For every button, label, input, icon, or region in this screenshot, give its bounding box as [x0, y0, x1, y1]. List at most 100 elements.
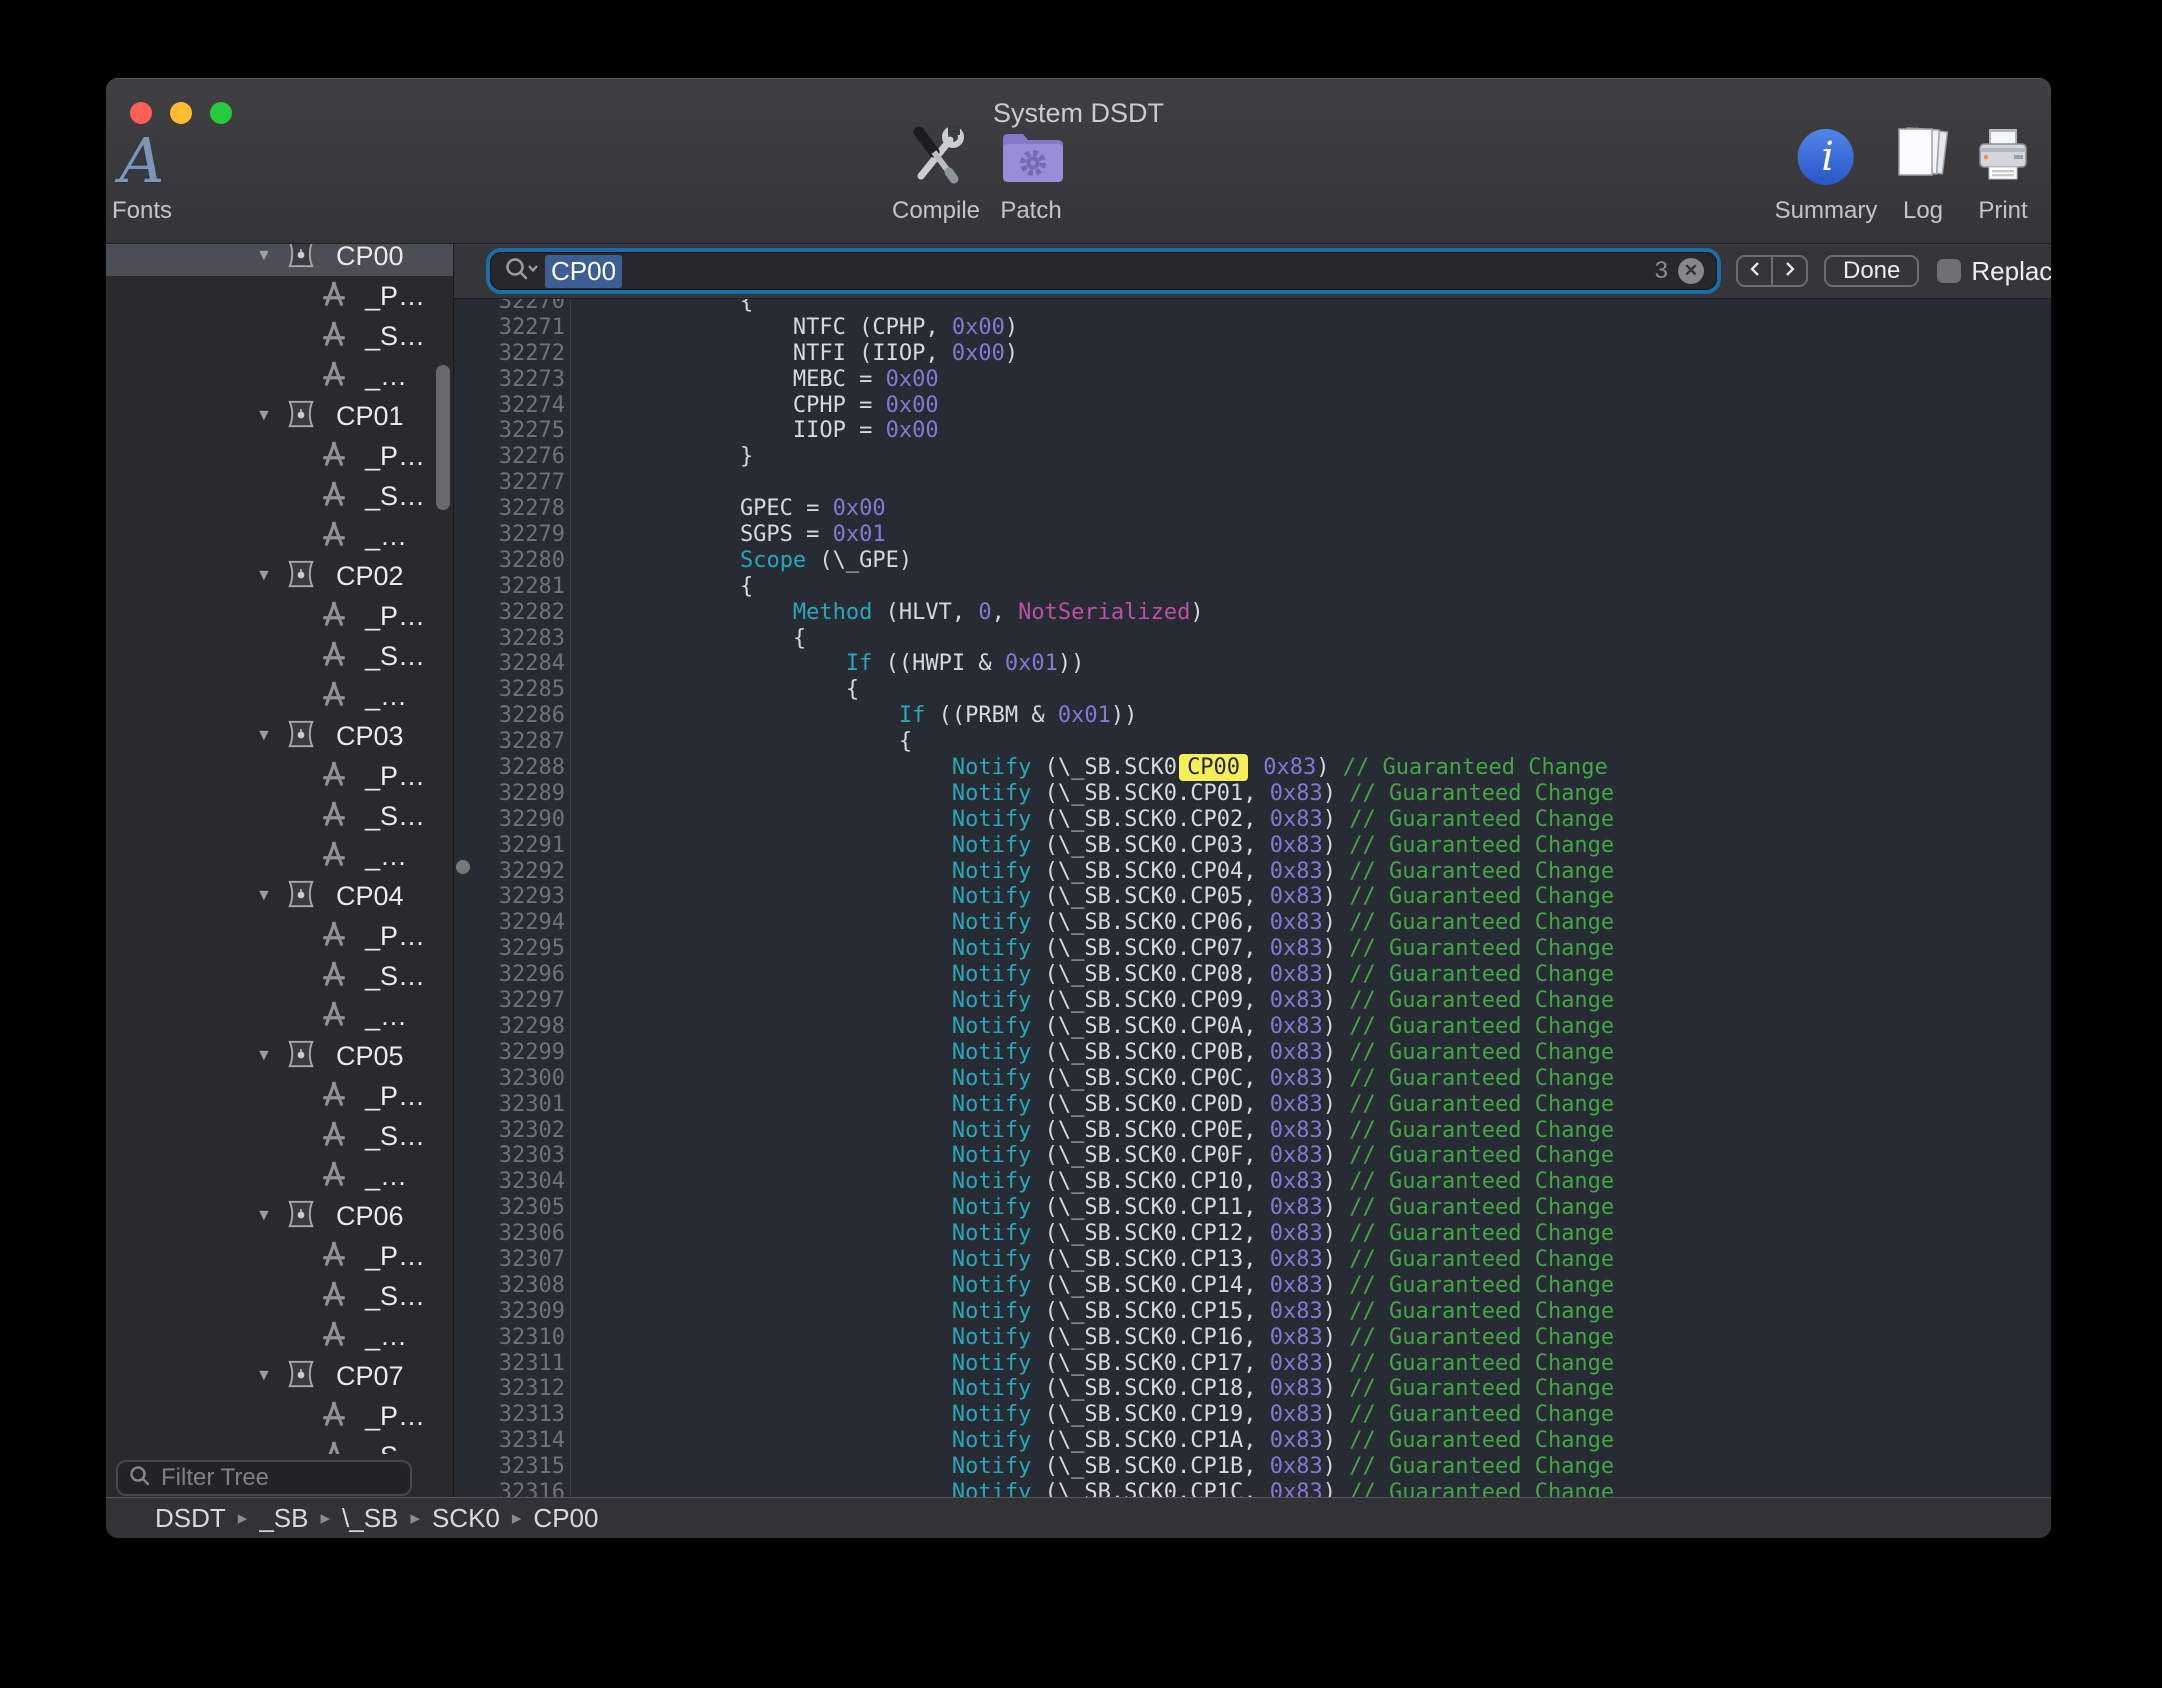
tree-item-cp06[interactable]: ▼CP06 [106, 1196, 453, 1236]
line-number: 32284 [454, 651, 565, 677]
splitter-handle-icon[interactable] [456, 860, 470, 874]
toolbar-summary-button[interactable]: i Summary [1775, 122, 1878, 225]
toolbar-log-button[interactable]: Log [1893, 122, 1953, 225]
tree-item-p[interactable]: _P… [106, 756, 453, 796]
replace-checkbox[interactable] [1937, 259, 1961, 283]
code-line: 32314 Notify (\_SB.SCK0.CP1A, 0x83) // G… [454, 1428, 2051, 1454]
tree-item-[interactable]: _… [106, 996, 453, 1036]
tree-item-cp00[interactable]: ▼ CP00 [106, 244, 453, 276]
tree-item-[interactable]: _… [106, 1156, 453, 1196]
tree-item-p[interactable]: _P… [106, 1396, 453, 1436]
tree-item-s[interactable]: _S… [106, 636, 453, 676]
tree-item-p[interactable]: _P… [106, 276, 453, 316]
tree-item-s[interactable]: _S… [106, 796, 453, 836]
tree-item-p[interactable]: _P… [106, 436, 453, 476]
toolbar-fonts-label: Fonts [112, 197, 172, 225]
code-line: 32302 Notify (\_SB.SCK0.CP0E, 0x83) // G… [454, 1118, 2051, 1144]
code-line: 32298 Notify (\_SB.SCK0.CP0A, 0x83) // G… [454, 1014, 2051, 1040]
toolbar-compile-button[interactable]: Compile [892, 122, 980, 225]
clear-search-icon[interactable]: ✕ [1678, 258, 1704, 284]
filter-tree-input[interactable]: Filter Tree [116, 1460, 412, 1496]
code-line-text: IIOP = 0x00 [570, 418, 939, 444]
sidebar-tree-scroll[interactable]: ▼CP00_P…_S…_…▼CP01_P…_S…_…▼CP02_P…_S…_…▼… [106, 244, 453, 1454]
line-number: 32295 [454, 936, 565, 962]
tree-item-[interactable]: _… [106, 516, 453, 556]
code-line-text: Notify (\_SB.SCK0.CP02, 0x83) // Guarant… [570, 807, 1614, 833]
tree-item-[interactable]: _… [106, 356, 453, 396]
breadcrumb-item[interactable]: CP00 [533, 1503, 598, 1534]
disclosure-triangle-icon[interactable]: ▼ [256, 887, 276, 905]
method-icon [319, 1280, 349, 1313]
tree-item-p[interactable]: _P… [106, 1236, 453, 1276]
code-line-text: Notify (\_SB.SCK0.CP17, 0x83) // Guarant… [570, 1351, 1614, 1377]
disclosure-triangle-icon[interactable]: ▼ [256, 727, 276, 745]
tree-item-label: _S… [365, 1441, 425, 1455]
tree-item-cp05[interactable]: ▼CP05 [106, 1036, 453, 1076]
breadcrumb-item[interactable]: SCK0 [432, 1503, 500, 1534]
breadcrumb-item[interactable]: DSDT [155, 1503, 226, 1534]
disclosure-triangle-icon[interactable]: ▼ [256, 407, 276, 425]
line-number: 32301 [454, 1092, 565, 1118]
line-number: 32281 [454, 574, 565, 600]
tree-item-p[interactable]: _P… [106, 1076, 453, 1116]
find-next-button[interactable] [1771, 257, 1806, 285]
tree-item-[interactable]: _… [106, 676, 453, 716]
tree-item-p[interactable]: _P… [106, 596, 453, 636]
toolbar-patch-button[interactable]: Patch [999, 122, 1063, 225]
tree-item-cp01[interactable]: ▼CP01 [106, 396, 453, 436]
tree-item-s[interactable]: _S… [106, 956, 453, 996]
tree-item-s[interactable]: _S… [106, 1276, 453, 1316]
code-line: 32303 Notify (\_SB.SCK0.CP0F, 0x83) // G… [454, 1143, 2051, 1169]
tree-item-cp07[interactable]: ▼CP07 [106, 1356, 453, 1396]
tree-item-cp02[interactable]: ▼CP02 [106, 556, 453, 596]
find-search-field[interactable]: CP00 3 ✕ [490, 252, 1717, 290]
code-line: 32279 SGPS = 0x01 [454, 522, 2051, 548]
tree-item-s[interactable]: _S… [106, 1436, 453, 1454]
disclosure-triangle-icon[interactable]: ▼ [256, 567, 276, 585]
done-button[interactable]: Done [1824, 255, 1919, 287]
disclosure-triangle-icon[interactable]: ▼ [256, 1047, 276, 1065]
tree-item-s[interactable]: _S… [106, 316, 453, 356]
tree-item-label: CP00 [336, 244, 404, 272]
code-line: 32305 Notify (\_SB.SCK0.CP11, 0x83) // G… [454, 1195, 2051, 1221]
disclosure-triangle-icon[interactable]: ▼ [256, 247, 276, 265]
tree-item-cp04[interactable]: ▼CP04 [106, 876, 453, 916]
breadcrumb-item[interactable]: \_SB [342, 1503, 398, 1534]
code-line: 32280 Scope (\_GPE) [454, 548, 2051, 574]
code-line: 32308 Notify (\_SB.SCK0.CP14, 0x83) // G… [454, 1273, 2051, 1299]
code-line-text: Notify (\_SB.SCK0.CP13, 0x83) // Guarant… [570, 1247, 1614, 1273]
line-number: 32272 [454, 341, 565, 367]
tree-item-label: _… [365, 841, 407, 872]
toolbar-fonts-button[interactable]: A Fonts [112, 122, 172, 225]
tree-item-[interactable]: _… [106, 836, 453, 876]
breadcrumb-separator-icon: ▸ [320, 1507, 330, 1530]
find-previous-button[interactable] [1738, 257, 1771, 285]
method-icon [319, 1320, 349, 1353]
line-number: 32286 [454, 703, 565, 729]
line-number: 32285 [454, 677, 565, 703]
toolbar-print-button[interactable]: Print [1972, 122, 2034, 225]
disclosure-triangle-icon[interactable]: ▼ [256, 1367, 276, 1385]
code-line-text: Notify (\_SB.SCK0.CP1B, 0x83) // Guarant… [570, 1454, 1614, 1480]
code-line-text: Notify (\_SB.SCK0.CP18, 0x83) // Guarant… [570, 1376, 1614, 1402]
breadcrumb-item[interactable]: _SB [259, 1503, 308, 1534]
toolbar-summary-label: Summary [1775, 197, 1878, 225]
tree-item-p[interactable]: _P… [106, 916, 453, 956]
code-editor[interactable]: 32270 {32271 NTFC (CPHP, 0x00)32272 NTFI… [454, 299, 2051, 1497]
disclosure-triangle-icon[interactable]: ▼ [256, 1207, 276, 1225]
breadcrumb: DSDT▸_SB▸\_SB▸SCK0▸CP00 [106, 1497, 2051, 1538]
tree-item-label: _… [365, 681, 407, 712]
tree-item-[interactable]: _… [106, 1316, 453, 1356]
tree-item-cp03[interactable]: ▼CP03 [106, 716, 453, 756]
svg-text:i: i [1822, 134, 1835, 180]
line-number: 32299 [454, 1040, 565, 1066]
method-icon [319, 1400, 349, 1433]
line-number: 32315 [454, 1454, 565, 1480]
code-line-text: Notify (\_SB.SCK0.CP0B, 0x83) // Guarant… [570, 1040, 1614, 1066]
sidebar-scrollbar-thumb[interactable] [436, 365, 450, 510]
tree-item-s[interactable]: _S… [106, 476, 453, 516]
method-icon [319, 1000, 349, 1033]
code-line-text: Notify (\_SB.SCK0.CP07, 0x83) // Guarant… [570, 936, 1614, 962]
code-line-text: { [570, 677, 859, 703]
tree-item-s[interactable]: _S… [106, 1116, 453, 1156]
